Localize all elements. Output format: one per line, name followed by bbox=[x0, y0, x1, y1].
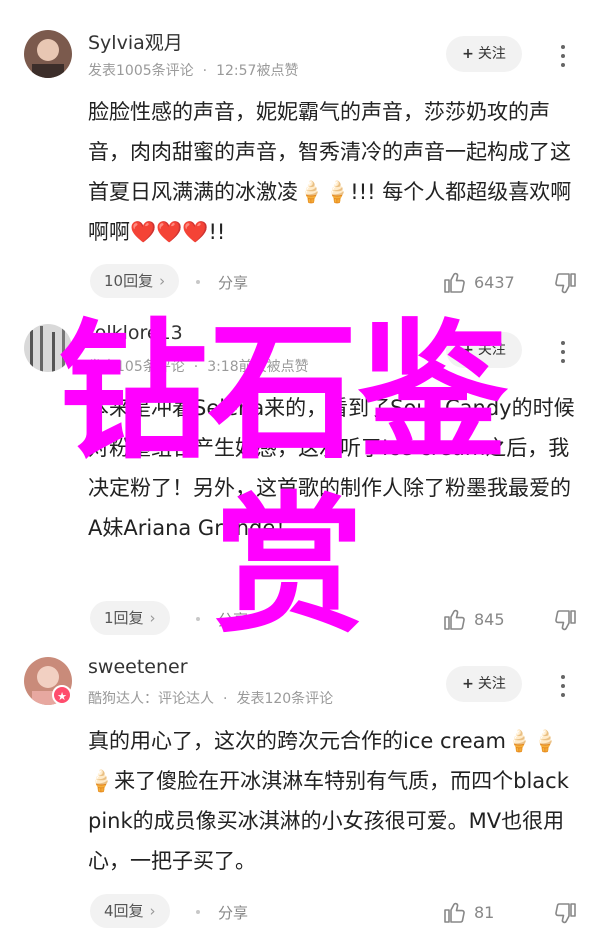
follow-button[interactable]: + 关注 bbox=[446, 666, 522, 702]
like-time: 3:18前天被点赞 bbox=[207, 359, 309, 375]
share-button[interactable]: 分享 bbox=[218, 272, 248, 293]
separator-dot bbox=[196, 280, 200, 284]
avatar[interactable] bbox=[24, 324, 72, 372]
user-name[interactable]: sweetener bbox=[88, 656, 188, 678]
follow-button[interactable]: + 关注 bbox=[446, 332, 522, 368]
plus-icon: + bbox=[462, 342, 474, 358]
comment-text: 真的用心了，这次的跨次元合作的ice cream🍦🍦🍦来了傻脸在开冰淇淋车特别有… bbox=[88, 729, 569, 873]
avatar-image bbox=[24, 324, 72, 372]
separator-dot bbox=[196, 617, 200, 621]
more-icon[interactable] bbox=[556, 42, 570, 68]
thumbs-up-icon[interactable] bbox=[443, 270, 467, 294]
comment-text: 本来是冲着Selena来的，看到了Sour Candy的时候对粉墨组合产生好感，… bbox=[88, 396, 575, 540]
share-button[interactable]: 分享 bbox=[218, 609, 248, 630]
like-count: 81 bbox=[474, 903, 495, 922]
thumbs-up-icon[interactable] bbox=[443, 900, 467, 924]
more-icon[interactable] bbox=[556, 338, 570, 364]
user-name[interactable]: Sylvia观月 bbox=[88, 28, 183, 55]
user-title: 酷狗达人：评论达人 bbox=[88, 691, 214, 707]
comment-count: 发表105条评论 bbox=[88, 359, 185, 375]
comment-meta: 发表105条评论 · 3:18前天被点赞 bbox=[88, 359, 309, 375]
replies-button[interactable]: 10回复 › bbox=[90, 264, 180, 298]
plus-icon: + bbox=[462, 46, 474, 62]
like-count: 6437 bbox=[474, 273, 515, 292]
plus-icon: + bbox=[462, 676, 474, 692]
comment-count: 发表1005条评论 bbox=[88, 63, 194, 79]
thumbs-down-icon[interactable] bbox=[553, 902, 577, 926]
comment-meta: 发表1005条评论 · 12:57被点赞 bbox=[88, 63, 299, 79]
chevron-right-icon: › bbox=[159, 272, 166, 290]
chevron-right-icon: › bbox=[149, 902, 156, 920]
chevron-right-icon: › bbox=[149, 609, 156, 627]
comment-meta: 酷狗达人：评论达人 · 发表120条评论 bbox=[88, 691, 334, 707]
thumbs-up-icon[interactable] bbox=[443, 607, 467, 631]
follow-button[interactable]: + 关注 bbox=[446, 36, 522, 72]
like-count: 845 bbox=[474, 610, 505, 629]
replies-button[interactable]: 4回复 › bbox=[90, 894, 170, 928]
comment-text: 脸脸性感的声音，妮妮霸气的声音，莎莎奶攻的声音，肉肉甜蜜的声音，智秀清冷的声音一… bbox=[88, 100, 572, 244]
thumbs-down-icon[interactable] bbox=[553, 609, 577, 633]
more-icon[interactable] bbox=[556, 672, 570, 698]
expert-badge-icon: ★ bbox=[52, 685, 72, 705]
avatar[interactable] bbox=[24, 30, 72, 78]
user-name[interactable]: folklore13 bbox=[88, 322, 183, 344]
share-button[interactable]: 分享 bbox=[218, 902, 248, 923]
replies-button[interactable]: 1回复 › bbox=[90, 601, 170, 635]
thumbs-down-icon[interactable] bbox=[553, 272, 577, 296]
separator-dot bbox=[196, 910, 200, 914]
like-time: 12:57被点赞 bbox=[216, 63, 299, 79]
avatar-image bbox=[24, 30, 72, 78]
comment-count: 发表120条评论 bbox=[236, 691, 334, 707]
